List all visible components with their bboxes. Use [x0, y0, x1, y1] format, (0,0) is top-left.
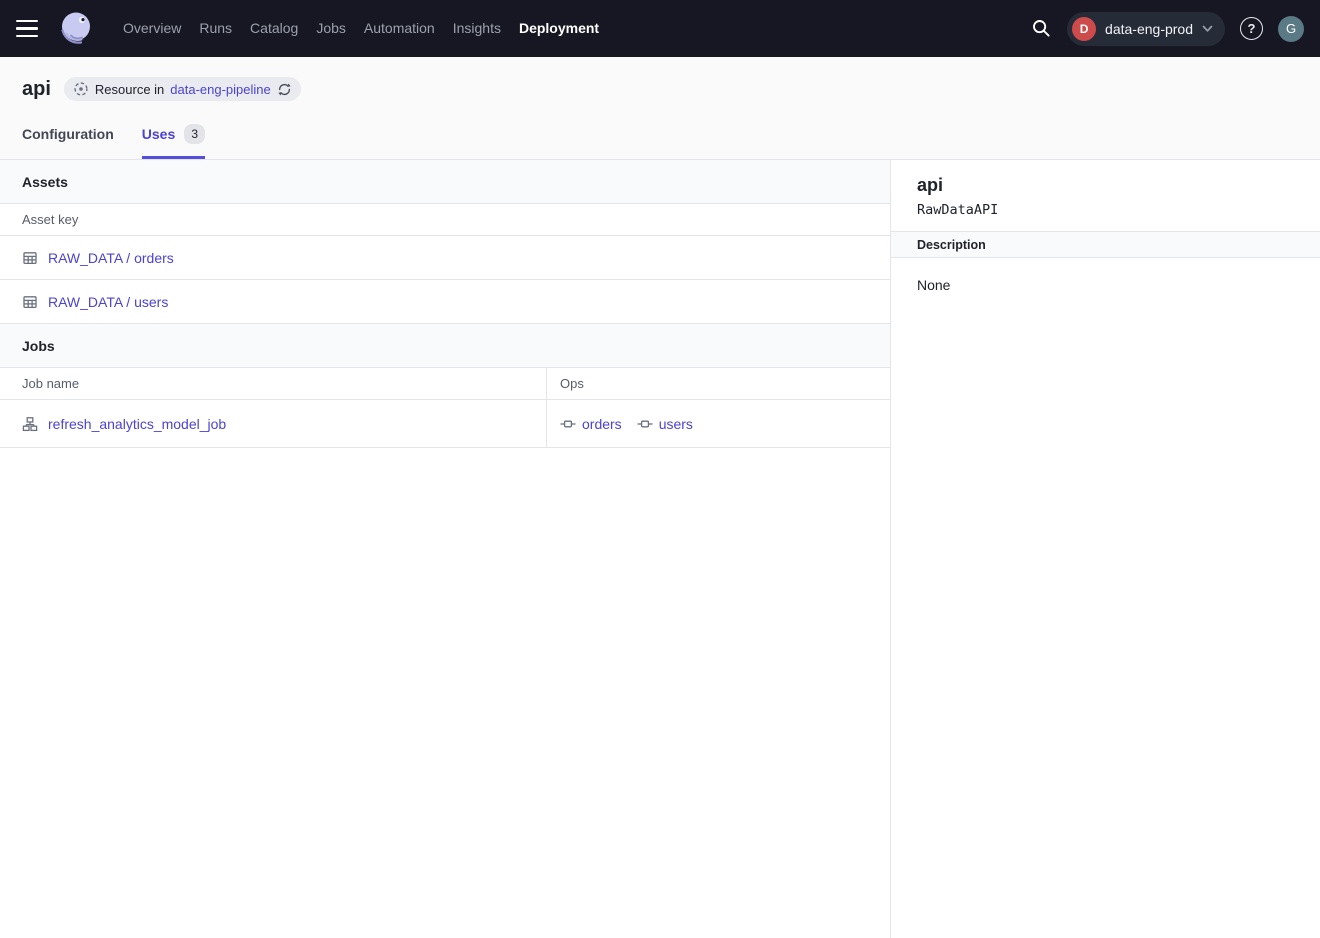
resource-detail-panel: api RawDataAPI Description None	[890, 160, 1320, 938]
top-nav: Overview Runs Catalog Jobs Automation In…	[0, 0, 1320, 57]
op-link[interactable]: users	[659, 416, 693, 432]
nav-item-insights[interactable]: Insights	[444, 0, 510, 57]
ops-column-label: Ops	[560, 376, 584, 391]
primary-nav: Overview Runs Catalog Jobs Automation In…	[114, 0, 608, 57]
hamburger-icon[interactable]	[16, 14, 46, 44]
asset-link[interactable]: RAW_DATA / users	[48, 294, 168, 310]
tab-bar: Configuration Uses 3	[22, 124, 205, 159]
refresh-icon[interactable]	[277, 82, 292, 97]
tab-configuration[interactable]: Configuration	[22, 124, 114, 159]
asset-link[interactable]: RAW_DATA / orders	[48, 250, 174, 266]
nav-item-catalog[interactable]: Catalog	[241, 0, 307, 57]
op-link[interactable]: orders	[582, 416, 622, 432]
nav-item-jobs[interactable]: Jobs	[307, 0, 355, 57]
asset-key-column-label: Asset key	[22, 212, 78, 227]
dagster-octopus-icon	[56, 9, 96, 49]
jobs-section-title: Jobs	[22, 338, 55, 354]
panel-resource-name: api	[917, 175, 1294, 196]
job-link[interactable]: refresh_analytics_model_job	[48, 416, 226, 432]
page-header: api Resource in data-eng-pipeline Config…	[0, 57, 1320, 160]
tab-configuration-label: Configuration	[22, 126, 114, 142]
panel-resource-type: RawDataAPI	[917, 202, 1294, 218]
nav-item-automation[interactable]: Automation	[355, 0, 444, 57]
table-icon	[22, 250, 38, 266]
assets-column-header: Asset key	[0, 204, 890, 236]
nav-item-runs[interactable]: Runs	[190, 0, 241, 57]
code-location-link[interactable]: data-eng-pipeline	[170, 82, 270, 97]
deployment-name: data-eng-prod	[1105, 21, 1193, 37]
op-icon	[560, 416, 576, 432]
nav-item-overview[interactable]: Overview	[114, 0, 190, 57]
jobs-section-header: Jobs	[0, 324, 890, 368]
resource-location-chip: Resource in data-eng-pipeline	[64, 77, 301, 101]
tab-uses-label: Uses	[142, 126, 175, 142]
job-name-column-label: Job name	[22, 376, 79, 391]
page-title: api	[22, 78, 51, 101]
job-graph-icon	[22, 416, 38, 432]
resource-chip-label: Resource in	[95, 82, 164, 97]
op-icon	[637, 416, 653, 432]
nav-item-deployment[interactable]: Deployment	[510, 0, 608, 57]
user-avatar[interactable]: G	[1278, 16, 1304, 42]
description-value: None	[917, 277, 950, 293]
uses-count-badge: 3	[184, 124, 205, 144]
chevron-down-icon	[1202, 25, 1213, 33]
resource-icon	[73, 81, 89, 97]
table-row: RAW_DATA / users	[0, 280, 890, 324]
table-row: RAW_DATA / orders	[0, 236, 890, 280]
description-section-header: Description	[891, 231, 1320, 258]
jobs-column-header: Job name Ops	[0, 368, 890, 400]
table-icon	[22, 294, 38, 310]
search-icon[interactable]	[1031, 18, 1052, 39]
description-label: Description	[917, 238, 986, 252]
table-row: refresh_analytics_model_job orders	[0, 400, 890, 448]
op-chip: orders	[560, 416, 622, 432]
op-chip: users	[637, 416, 693, 432]
tab-uses[interactable]: Uses 3	[142, 124, 205, 159]
uses-main: Assets Asset key RAW_DATA / orders	[0, 160, 890, 938]
deployment-switcher[interactable]: D data-eng-prod	[1067, 12, 1225, 46]
deployment-initial-badge: D	[1072, 17, 1096, 41]
dagster-logo[interactable]	[56, 7, 96, 51]
assets-section-title: Assets	[22, 174, 68, 190]
assets-section-header: Assets	[0, 160, 890, 204]
help-icon[interactable]: ?	[1240, 17, 1263, 40]
